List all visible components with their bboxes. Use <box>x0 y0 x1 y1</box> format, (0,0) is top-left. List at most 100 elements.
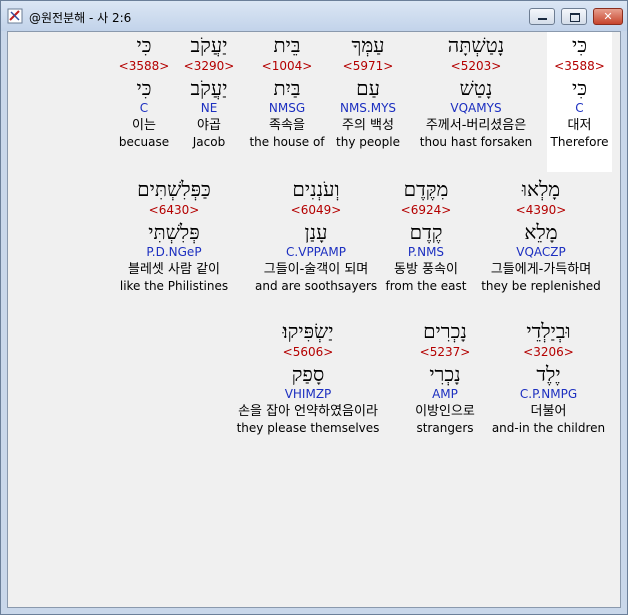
parsing-code: C <box>575 101 584 115</box>
word-cell[interactable]: כִּי <3588> כִּי C 대저 Therefore <box>547 32 612 172</box>
hebrew-word: יַשְׂפִּיקוּ׃ <box>282 319 334 343</box>
word-cell[interactable]: נָכְרִים <5237> נָכְרִי AMP 이방인으로 strang… <box>402 318 488 435</box>
strong-number: <6924> <box>400 203 452 217</box>
maximize-button[interactable] <box>561 8 587 25</box>
parsing-code: AMP <box>432 387 458 401</box>
korean-gloss: 동방 풍속이 <box>394 262 458 277</box>
parsing-code: NMS.MYS <box>339 101 397 115</box>
korean-gloss: 주의 백성 <box>342 118 394 133</box>
strong-number: <6049> <box>290 203 342 217</box>
hebrew-word: כִּי <box>571 33 588 57</box>
word-cell[interactable]: כִּי <3588> כִּי C 이는 becuase <box>114 32 174 149</box>
minimize-button[interactable] <box>529 8 555 25</box>
hebrew-lemma: סָפַק <box>291 362 325 386</box>
korean-gloss: 이방인으로 <box>415 404 475 419</box>
hebrew-lemma: כִּי <box>571 76 588 100</box>
parsing-code: C.P.NMPG <box>519 387 578 401</box>
hebrew-word: מִקֶּדֶם <box>403 177 449 201</box>
hebrew-lemma: נָכְרִי <box>429 362 461 386</box>
hebrew-lemma: קֶדֶם <box>409 220 443 244</box>
strong-number: <5606> <box>282 345 334 359</box>
word-analysis-panel: כִּי <3588> כִּי C 대저 Therefore נָטַשְׁת… <box>7 31 621 608</box>
word-cell[interactable]: מִקֶּדֶם <6924> קֶדֶם P.NMS 동방 풍속이 from … <box>382 176 470 293</box>
parsing-code: NMSG <box>268 101 306 115</box>
hebrew-lemma: מָלֵא <box>524 220 558 244</box>
parsing-code: VHIMZP <box>284 387 332 401</box>
word-cell[interactable]: וּבְיַלְדֵי <3206> יֶלֶד C.P.NMPG 더불어 an… <box>491 318 606 435</box>
word-cell[interactable]: בֵּית <1004> בַּיִת NMSG 족속을 the house o… <box>248 32 326 149</box>
word-cell[interactable]: יַשְׂפִּיקוּ׃ <5606> סָפַק VHIMZP 손을 잡아 … <box>220 318 396 435</box>
english-gloss: strangers <box>416 421 474 435</box>
english-gloss: the house of <box>249 135 325 149</box>
parsing-code: VQACZP <box>516 245 566 259</box>
hebrew-lemma: פְּלִשְׁתִּי <box>148 220 200 244</box>
strong-number: <5203> <box>450 59 502 73</box>
hebrew-word: וְעֹנְנִים <box>292 177 340 201</box>
strong-number: <6430> <box>148 203 200 217</box>
maximize-icon <box>570 13 580 22</box>
english-gloss: and are soothsayers <box>255 279 378 293</box>
app-window: @원전분해 - 사 2:6 ✕ כִּי <3588> כִּי C 대저 Th… <box>0 0 628 615</box>
korean-gloss: 그들이-술객이 되며 <box>263 262 369 277</box>
word-cell[interactable]: נָטַשְׁתָּה <5203> נָטַשׁ VQAMYS 주께서-버리셨… <box>409 32 543 149</box>
hebrew-lemma: יֶלֶד <box>536 362 561 386</box>
word-cell[interactable]: מָלְאוּ <4390> מָלֵא VQACZP 그들에게-가득하며 th… <box>476 176 606 293</box>
korean-gloss: 손을 잡아 언약하였음이라 <box>238 404 378 419</box>
hebrew-lemma: יַעֲקֹב <box>190 76 228 100</box>
hebrew-word: בֵּית <box>273 33 301 57</box>
parsing-code: C.VPPAMP <box>286 245 346 259</box>
english-gloss: like the Philistines <box>119 279 229 293</box>
strong-number: <5237> <box>419 345 471 359</box>
hebrew-lemma: עַם <box>356 76 380 100</box>
strong-number: <3588> <box>554 59 605 73</box>
window-title: @원전분해 - 사 2:6 <box>29 11 132 25</box>
parsing-code: NE <box>200 101 218 115</box>
close-button[interactable]: ✕ <box>593 8 623 25</box>
minimize-icon <box>538 18 547 20</box>
hebrew-word: עַמְּךָ <box>351 33 385 57</box>
hebrew-word: כַּפְּלִשְׁתִּים <box>137 177 211 201</box>
english-gloss: they please themselves <box>236 421 380 435</box>
english-gloss: thy people <box>336 135 400 149</box>
word-cell[interactable]: עַמְּךָ <5971> עַם NMS.MYS 주의 백성 thy peo… <box>330 32 406 149</box>
hebrew-word: נָטַשְׁתָּה <box>447 33 505 57</box>
hebrew-lemma: בַּיִת <box>273 76 301 100</box>
english-gloss: Therefore <box>550 135 609 149</box>
parsing-code: VQAMYS <box>450 101 502 115</box>
english-gloss: from the east <box>385 279 467 293</box>
korean-gloss: 블레셋 사람 같이 <box>128 262 220 277</box>
word-cell[interactable]: יַעֲקֹב <3290> יַעֲקֹב NE 야곱 Jacob <box>179 32 239 149</box>
hebrew-word: יַעֲקֹב <box>190 33 228 57</box>
hebrew-lemma: כִּי <box>136 76 152 100</box>
hebrew-word: כִּי <box>136 33 152 57</box>
strong-number: <3588> <box>118 59 170 73</box>
parsing-code: C <box>139 101 149 115</box>
korean-gloss: 주께서-버리셨음은 <box>425 118 527 133</box>
hebrew-word: נָכְרִים <box>423 319 467 343</box>
strong-number: <5971> <box>342 59 394 73</box>
hebrew-word: וּבְיַלְדֵי <box>526 319 571 343</box>
english-gloss: Jacob <box>192 135 226 149</box>
english-gloss: becuase <box>118 135 170 149</box>
strong-number: <4390> <box>515 203 567 217</box>
english-gloss: they be replenished <box>481 279 601 293</box>
word-cell[interactable]: וְעֹנְנִים <6049> עָנַן C.VPPAMP 그들이-술객이… <box>255 176 377 293</box>
korean-gloss: 이는 <box>132 118 156 133</box>
english-gloss: thou hast forsaken <box>419 135 533 149</box>
english-gloss: and-in the children <box>491 421 606 435</box>
parsing-code: P.D.NGeP <box>146 245 202 259</box>
korean-gloss: 더불어 <box>530 404 567 419</box>
title-bar[interactable]: @원전분해 - 사 2:6 ✕ <box>1 1 627 31</box>
korean-gloss: 야곱 <box>197 118 221 133</box>
app-icon <box>7 8 23 24</box>
hebrew-lemma: עָנַן <box>304 220 328 244</box>
parsing-code: P.NMS <box>407 245 445 259</box>
strong-number: <3206> <box>523 345 574 359</box>
strong-number: <3290> <box>183 59 235 73</box>
strong-number: <1004> <box>261 59 313 73</box>
korean-gloss: 대저 <box>567 118 592 133</box>
korean-gloss: 그들에게-가득하며 <box>490 262 592 277</box>
korean-gloss: 족속을 <box>269 118 305 133</box>
hebrew-lemma: נָטַשׁ <box>459 76 493 100</box>
word-cell[interactable]: כַּפְּלִשְׁתִּים <6430> פְּלִשְׁתִּי P.D… <box>114 176 234 293</box>
